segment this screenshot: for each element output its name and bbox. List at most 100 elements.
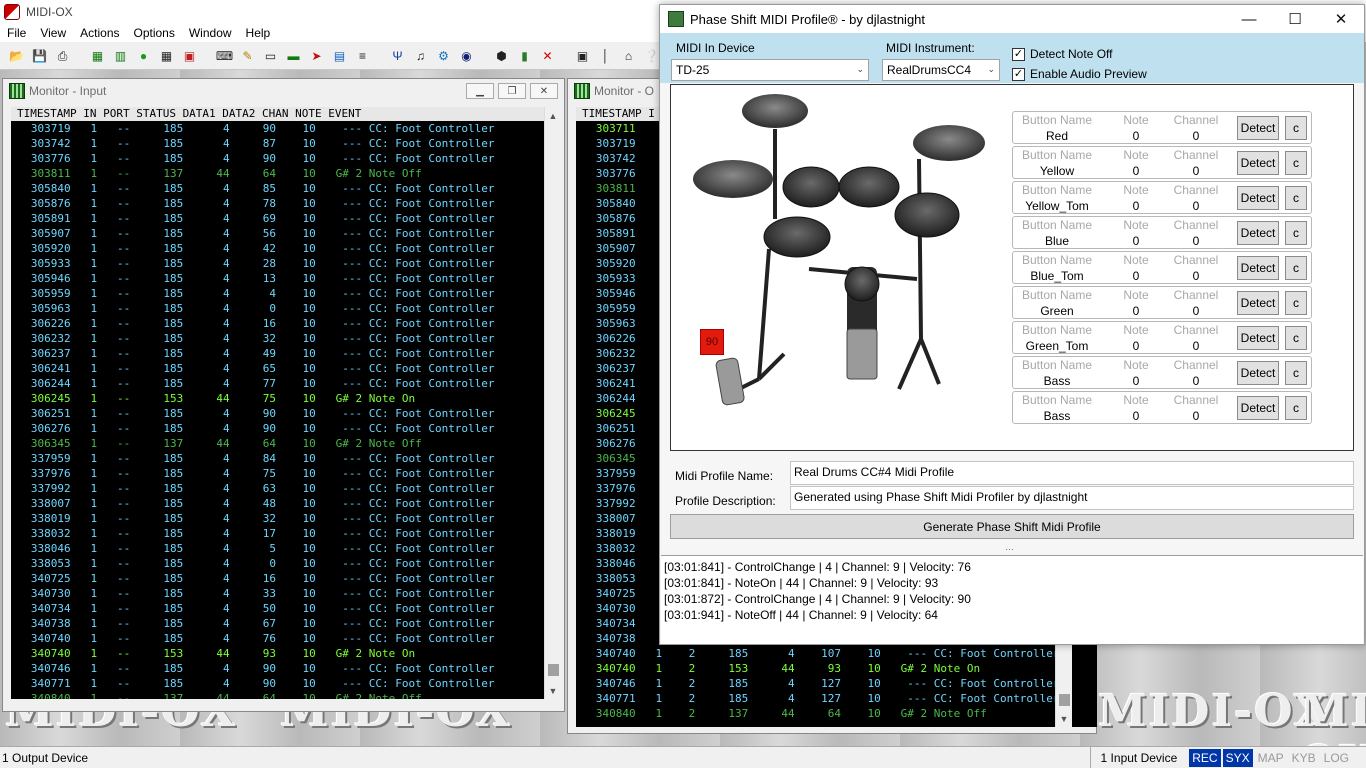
cell-note: --- [322, 317, 363, 330]
clear-button[interactable]: c [1285, 396, 1307, 420]
detect-button[interactable]: Detect [1237, 291, 1279, 315]
clear-button[interactable]: c [1285, 256, 1307, 280]
detect-button[interactable]: Detect [1237, 116, 1279, 140]
monitor-input-window[interactable]: Monitor - Input ▁ ❐ ✕ TIMESTAMP IN PORT … [2, 78, 565, 712]
clear-button[interactable]: c [1285, 116, 1307, 140]
menu-window[interactable]: Window [182, 26, 239, 40]
close-icon[interactable]: ✕ [1318, 5, 1364, 33]
cell-d2: 90 [236, 152, 276, 165]
restore-button[interactable]: ❐ [498, 83, 526, 99]
close-button[interactable]: ✕ [530, 83, 558, 99]
pad-channel: 0 [1192, 374, 1200, 388]
phase-shift-titlebar[interactable]: Phase Shift MIDI Profile® - by djlastnig… [660, 5, 1364, 33]
detect-button[interactable]: Detect [1237, 326, 1279, 350]
pad-note: 0 [1132, 234, 1140, 248]
grid-icon[interactable]: ▦ [158, 47, 175, 64]
battery-icon[interactable]: ▮ [516, 47, 533, 64]
keyboard-icon[interactable]: ⌨ [216, 47, 233, 64]
open-icon[interactable]: 📂 [8, 47, 25, 64]
profile-description-input[interactable]: Generated using Phase Shift Midi Profile… [790, 486, 1354, 510]
detect-button[interactable]: Detect [1237, 186, 1279, 210]
home-icon[interactable]: ⌂ [620, 47, 637, 64]
cell-in: 1 [77, 317, 98, 330]
scroll-down-icon[interactable]: ▼ [545, 682, 561, 699]
scroll-thumb[interactable] [548, 664, 559, 676]
scroll-up-icon[interactable]: ▲ [545, 107, 561, 124]
cell-ts: 338046 [576, 557, 636, 570]
cell-port: -- [103, 257, 131, 270]
monitor-input-scrollbar[interactable]: ▲ ▼ [544, 107, 561, 699]
enable-audio-preview-checkbox[interactable]: ✓ Enable Audio Preview [1012, 67, 1147, 81]
midi-instrument-select[interactable]: RealDrumsCC4 ⌄ [882, 59, 1000, 81]
clear-button[interactable]: c [1285, 361, 1307, 385]
monitor-input-titlebar[interactable]: Monitor - Input ▁ ❐ ✕ [3, 79, 564, 103]
cell-d1: 4 [189, 572, 230, 585]
clear-button[interactable]: c [1285, 221, 1307, 245]
clear-button[interactable]: c [1285, 186, 1307, 210]
save-icon[interactable]: 💾 [31, 47, 48, 64]
maximize-icon[interactable]: ☐ [1272, 5, 1318, 33]
checkmark-icon[interactable]: ✓ [1012, 67, 1025, 81]
detect-button[interactable]: Detect [1237, 361, 1279, 385]
piano-icon[interactable]: ≡ [354, 47, 371, 64]
route-icon[interactable]: ♫ [412, 47, 429, 64]
minimize-button[interactable]: ▁ [466, 83, 494, 99]
col-button-name: Button Name [1021, 113, 1093, 127]
help-icon[interactable]: ❔ [643, 47, 660, 64]
gear-icon[interactable]: ⚙ [435, 47, 452, 64]
detect-button[interactable]: Detect [1237, 256, 1279, 280]
monitor-input-list[interactable]: TIMESTAMP IN PORT STATUS DATA1 DATA2 CHA… [11, 107, 561, 699]
hihat-pedal [715, 357, 745, 406]
clear-button[interactable]: c [1285, 291, 1307, 315]
cell-event: Note On [933, 662, 981, 675]
splitter-grip-icon[interactable]: … [1005, 542, 1014, 552]
menu-help[interactable]: Help [239, 26, 278, 40]
clear-button[interactable]: c [1285, 326, 1307, 350]
cell-ts: 337976 [576, 482, 636, 495]
filter-icon[interactable]: Ψ [389, 47, 406, 64]
close-icon[interactable]: ✕ [539, 47, 556, 64]
cell-note: --- [322, 212, 363, 225]
globe-icon[interactable]: ◉ [458, 47, 475, 64]
menu-options[interactable]: Options [127, 26, 182, 40]
phase-shift-window[interactable]: Phase Shift MIDI Profile® - by djlastnig… [659, 4, 1365, 645]
window-icon[interactable]: ▣ [574, 47, 591, 64]
menu-actions[interactable]: Actions [73, 26, 126, 40]
sweep-icon[interactable]: ✎ [239, 47, 256, 64]
profile-name-input[interactable]: Real Drums CC#4 Midi Profile [790, 461, 1354, 485]
strip-icon[interactable]: ▭ [262, 47, 279, 64]
bar-icon[interactable]: │ [597, 47, 614, 64]
minimize-icon[interactable]: — [1226, 5, 1272, 33]
detect-note-off-checkbox[interactable]: ✓ Detect Note Off [1012, 47, 1112, 61]
checkmark-icon[interactable]: ✓ [1012, 47, 1025, 61]
event-log[interactable]: [03:01:841] - ControlChange | 4 | Channe… [661, 555, 1363, 644]
cell-ts: 305907 [576, 242, 636, 255]
detect-button[interactable]: Detect [1237, 396, 1279, 420]
monitor-icon[interactable]: ▤ [331, 47, 348, 64]
green-circle-icon[interactable]: ● [135, 47, 152, 64]
cell-d2: 17 [236, 527, 276, 540]
print-icon[interactable]: ⎙ [54, 47, 71, 64]
sysex-icon[interactable]: ▣ [181, 47, 198, 64]
control-icon[interactable]: ➤ [308, 47, 325, 64]
pipe-icon[interactable]: ▬ [285, 47, 302, 64]
menu-file[interactable]: File [0, 26, 33, 40]
detect-button[interactable]: Detect [1237, 151, 1279, 175]
midi-in-select[interactable]: TD-25 ⌄ [671, 59, 869, 81]
cell-note: --- [322, 497, 363, 510]
lock-icon[interactable]: ⬢ [493, 47, 510, 64]
pad-row-red: Button Name Note Channel Red 0 0 Detect c [1012, 111, 1312, 144]
menu-view[interactable]: View [33, 26, 73, 40]
cell-event: Note On [368, 392, 416, 405]
detect-button[interactable]: Detect [1237, 221, 1279, 245]
col-note: Note [1123, 183, 1149, 197]
scroll-thumb[interactable] [1059, 694, 1070, 706]
generate-profile-button[interactable]: Generate Phase Shift Midi Profile [670, 514, 1354, 539]
col-channel: Channel [1173, 253, 1219, 267]
port-icon[interactable]: ▦ [89, 47, 106, 64]
cell-in: 1 [77, 227, 98, 240]
cell-chan: 10 [282, 347, 316, 360]
clear-button[interactable]: c [1285, 151, 1307, 175]
scroll-down-icon[interactable]: ▼ [1056, 710, 1072, 727]
mapping-icon[interactable]: ▥ [112, 47, 129, 64]
